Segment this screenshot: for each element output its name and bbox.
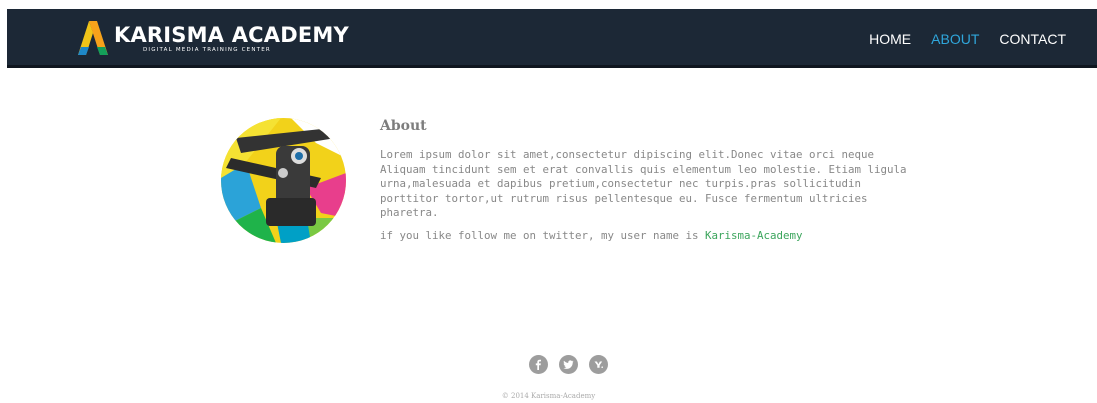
social-links xyxy=(529,355,608,374)
nav-contact[interactable]: CONTACT xyxy=(999,31,1066,47)
about-title: About xyxy=(380,118,427,134)
avatar-image xyxy=(221,118,346,243)
facebook-icon xyxy=(535,359,541,370)
follow-text: if you like follow me on twitter, my use… xyxy=(380,228,706,242)
yahoo-button[interactable] xyxy=(589,355,608,374)
logo-mark-icon xyxy=(78,21,108,55)
about-follow: if you like follow me on twitter, my use… xyxy=(380,229,940,244)
about-section: About Lorem ipsum dolor sit amet,consect… xyxy=(380,118,940,243)
twitter-icon xyxy=(563,360,574,369)
main-nav: HOME ABOUT CONTACT xyxy=(869,31,1066,47)
logo-tagline: DIGITAL MEDIA TRAINING CENTER xyxy=(143,47,271,53)
logo-title: KARISMA ACADEMY xyxy=(114,23,349,47)
yahoo-icon xyxy=(594,361,603,368)
nav-about[interactable]: ABOUT xyxy=(931,31,979,47)
copyright: © 2014 Karisma-Academy xyxy=(501,392,596,400)
avatar xyxy=(221,118,346,243)
navbar: KARISMA ACADEMY DIGITAL MEDIA TRAINING C… xyxy=(7,9,1097,68)
twitter-handle-link[interactable]: Karisma-Academy xyxy=(705,229,803,242)
nav-home[interactable]: HOME xyxy=(869,31,911,47)
about-body: Lorem ipsum dolor sit amet,consectetur d… xyxy=(380,148,907,219)
twitter-button[interactable] xyxy=(559,355,578,374)
facebook-button[interactable] xyxy=(529,355,548,374)
